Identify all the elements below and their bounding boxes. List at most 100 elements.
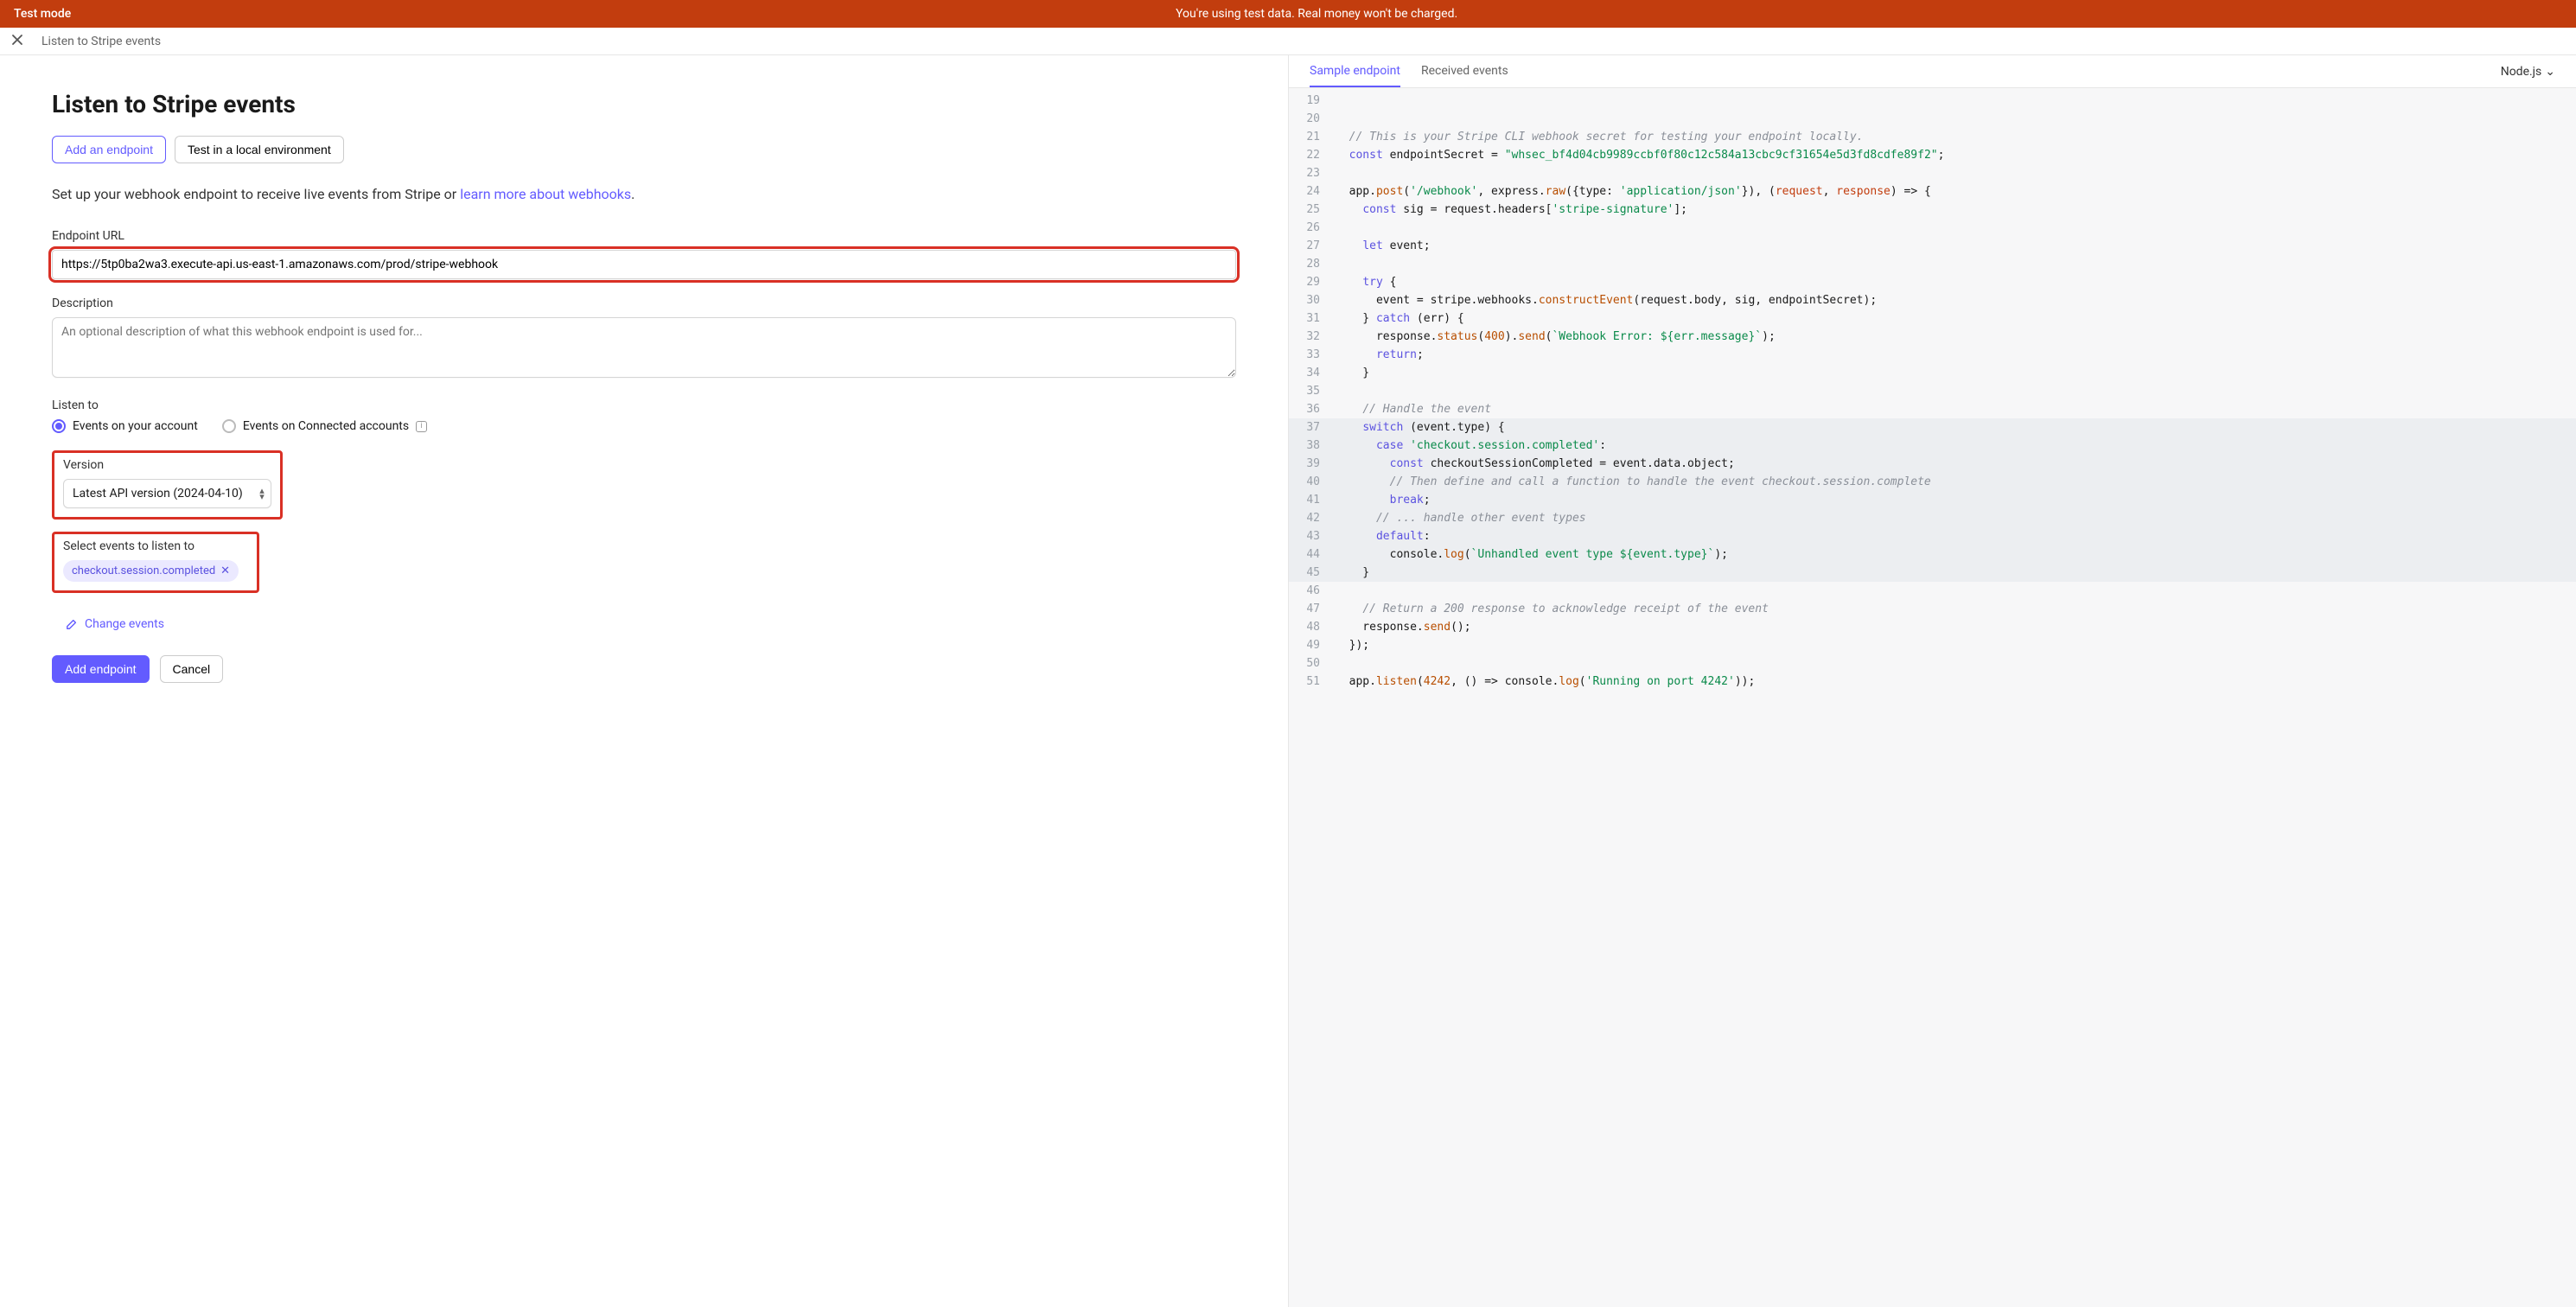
line-number: 44: [1289, 545, 1330, 564]
event-chip: checkout.session.completed ✕: [63, 560, 239, 582]
code-line: 27 let event;: [1289, 237, 2576, 255]
code-content: // This is your Stripe CLI webhook secre…: [1330, 128, 1863, 146]
code-line: 30 event = stripe.webhooks.constructEven…: [1289, 291, 2576, 309]
code-content: const checkoutSessionCompleted = event.d…: [1330, 455, 1735, 473]
breadcrumb-title: Listen to Stripe events: [41, 35, 161, 48]
event-chip-label: checkout.session.completed: [72, 564, 215, 577]
code-content: case 'checkout.session.completed':: [1330, 437, 1606, 455]
change-events-link[interactable]: Change events: [52, 617, 1236, 631]
intro-text: Set up your webhook endpoint to receive …: [52, 184, 1236, 205]
radio-label: Events on Connected accounts: [243, 419, 409, 433]
line-number: 47: [1289, 600, 1330, 618]
edit-icon: [66, 618, 78, 630]
language-select[interactable]: Node.js ⌄: [2501, 65, 2555, 79]
cancel-button[interactable]: Cancel: [160, 655, 224, 683]
info-icon[interactable]: i: [416, 421, 427, 432]
tab-received-events[interactable]: Received events: [1421, 55, 1508, 87]
code-content: [1330, 582, 1342, 600]
description-input[interactable]: [52, 317, 1236, 378]
line-number: 24: [1289, 182, 1330, 201]
line-number: 36: [1289, 400, 1330, 418]
add-endpoint-button[interactable]: Add endpoint: [52, 655, 150, 683]
line-number: 41: [1289, 491, 1330, 509]
code-content: // Return a 200 response to acknowledge …: [1330, 600, 1769, 618]
code-content: break;: [1330, 491, 1431, 509]
code-line: 24 app.post('/webhook', express.raw({typ…: [1289, 182, 2576, 201]
code-line: 43 default:: [1289, 527, 2576, 545]
line-number: 42: [1289, 509, 1330, 527]
add-endpoint-tab-button[interactable]: Add an endpoint: [52, 136, 166, 163]
code-content: [1330, 654, 1342, 673]
code-line: 34 }: [1289, 364, 2576, 382]
code-content: }: [1330, 564, 1369, 582]
select-events-label: Select events to listen to: [63, 539, 248, 553]
test-mode-label: Test mode: [14, 7, 71, 21]
line-number: 30: [1289, 291, 1330, 309]
code-line: 37 switch (event.type) {: [1289, 418, 2576, 437]
code-line: 22 const endpointSecret = "whsec_bf4d04c…: [1289, 146, 2576, 164]
code-content: // Then define and call a function to ha…: [1330, 473, 1931, 491]
code-line: 32 response.status(400).send(`Webhook Er…: [1289, 328, 2576, 346]
line-number: 21: [1289, 128, 1330, 146]
code-content: } catch (err) {: [1330, 309, 1464, 328]
code-line: 31 } catch (err) {: [1289, 309, 2576, 328]
code-content: switch (event.type) {: [1330, 418, 1505, 437]
code-content: [1330, 110, 1342, 128]
code-content: [1330, 164, 1342, 182]
line-number: 20: [1289, 110, 1330, 128]
tab-sample-endpoint[interactable]: Sample endpoint: [1310, 55, 1400, 87]
close-icon[interactable]: [10, 33, 24, 50]
radio-events-your-account[interactable]: Events on your account: [52, 419, 198, 433]
intro-prefix: Set up your webhook endpoint to receive …: [52, 186, 460, 202]
listen-to-label: Listen to: [52, 398, 1236, 412]
code-content: [1330, 92, 1342, 110]
line-number: 26: [1289, 219, 1330, 237]
code-content: [1330, 382, 1342, 400]
code-content: console.log(`Unhandled event type ${even…: [1330, 545, 1728, 564]
line-number: 45: [1289, 564, 1330, 582]
banner-message: You're using test data. Real money won't…: [71, 7, 2562, 21]
radio-label: Events on your account: [73, 419, 198, 433]
chevron-down-icon: ⌄: [2545, 65, 2555, 79]
radio-events-connected-accounts[interactable]: Events on Connected accounts i: [222, 419, 427, 433]
line-number: 40: [1289, 473, 1330, 491]
line-number: 25: [1289, 201, 1330, 219]
code-line: 38 case 'checkout.session.completed':: [1289, 437, 2576, 455]
line-number: 32: [1289, 328, 1330, 346]
line-number: 46: [1289, 582, 1330, 600]
code-line: 25 const sig = request.headers['stripe-s…: [1289, 201, 2576, 219]
code-content: event = stripe.webhooks.constructEvent(r…: [1330, 291, 1877, 309]
learn-more-link[interactable]: learn more about webhooks: [460, 186, 631, 202]
code-panel: Sample endpoint Received events Node.js …: [1288, 55, 2576, 1307]
description-label: Description: [52, 296, 1236, 310]
endpoint-url-label: Endpoint URL: [52, 229, 1236, 243]
test-local-tab-button[interactable]: Test in a local environment: [175, 136, 344, 163]
code-editor[interactable]: 19 20 21 // This is your Stripe CLI webh…: [1289, 88, 2576, 1307]
line-number: 23: [1289, 164, 1330, 182]
code-content: // ... handle other event types: [1330, 509, 1586, 527]
radio-icon: [52, 419, 66, 433]
topbar: Listen to Stripe events: [0, 28, 2576, 55]
code-line: 21 // This is your Stripe CLI webhook se…: [1289, 128, 2576, 146]
code-line: 46: [1289, 582, 2576, 600]
code-line: 33 return;: [1289, 346, 2576, 364]
code-line: 41 break;: [1289, 491, 2576, 509]
code-content: response.status(400).send(`Webhook Error…: [1330, 328, 1776, 346]
version-label: Version: [63, 458, 271, 472]
code-content: });: [1330, 636, 1369, 654]
remove-chip-icon[interactable]: ✕: [220, 564, 230, 577]
line-number: 51: [1289, 673, 1330, 691]
change-events-label: Change events: [85, 617, 164, 631]
version-select[interactable]: Latest API version (2024-04-10): [63, 479, 271, 508]
endpoint-url-input[interactable]: [52, 250, 1236, 279]
code-content: return;: [1330, 346, 1424, 364]
line-number: 22: [1289, 146, 1330, 164]
code-tabs: Sample endpoint Received events Node.js …: [1289, 55, 2576, 88]
intro-suffix: .: [631, 186, 634, 202]
line-number: 49: [1289, 636, 1330, 654]
code-line: 45 }: [1289, 564, 2576, 582]
page-title: Listen to Stripe events: [52, 90, 1236, 118]
line-number: 38: [1289, 437, 1330, 455]
line-number: 28: [1289, 255, 1330, 273]
code-content: default:: [1330, 527, 1431, 545]
